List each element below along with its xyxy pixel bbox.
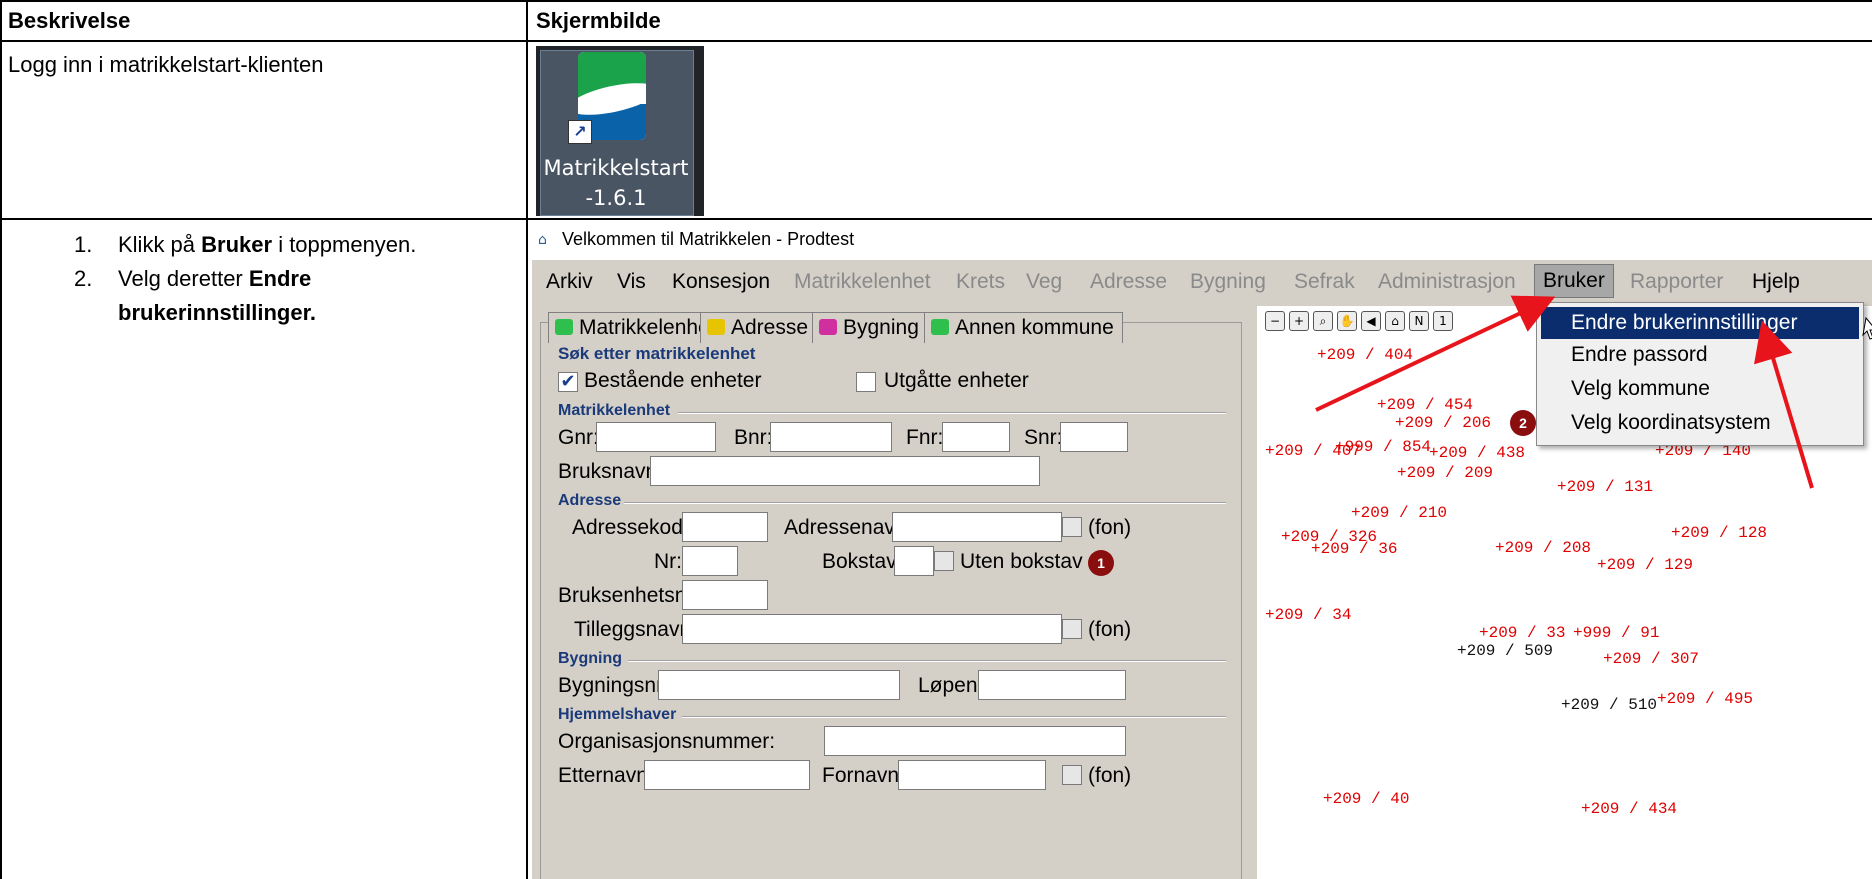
arrow-2	[1754, 320, 1814, 489]
mouse-cursor-icon	[1862, 316, 1872, 340]
arrow-1	[1315, 295, 1556, 412]
annotation-arrows	[1315, 295, 1872, 489]
